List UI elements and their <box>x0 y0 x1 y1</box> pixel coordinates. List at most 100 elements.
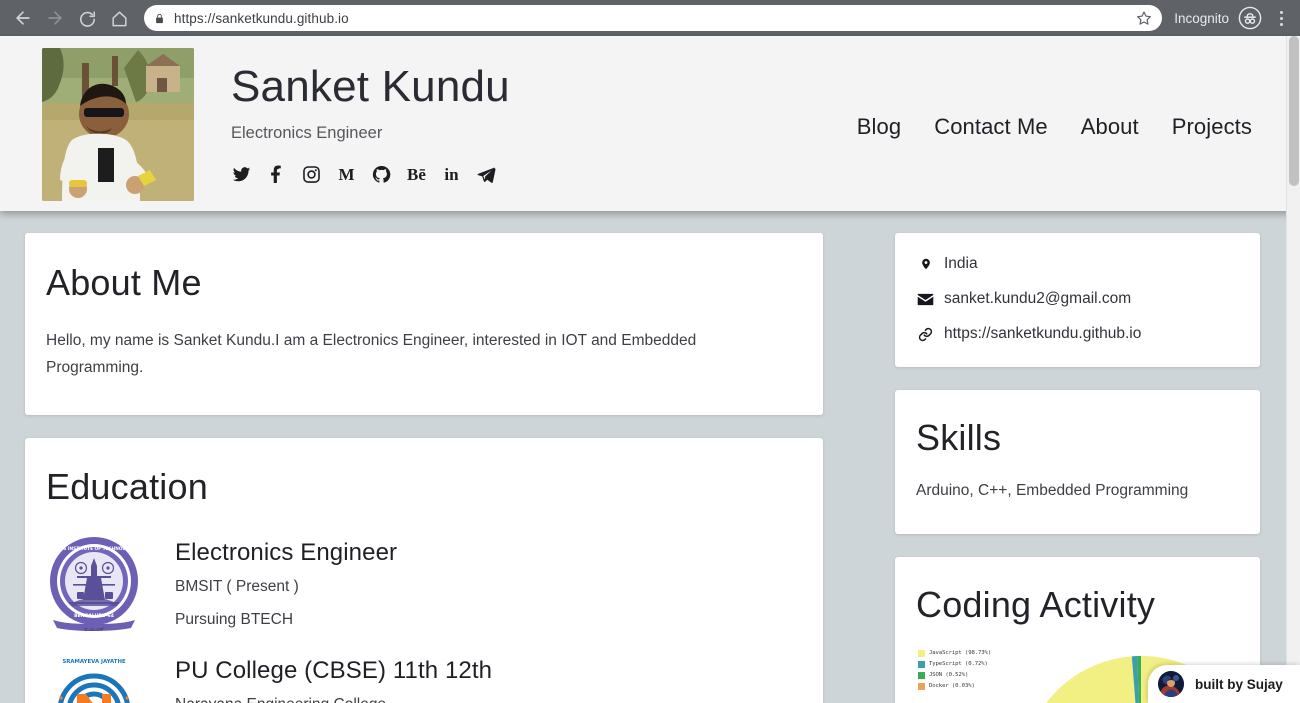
facebook-icon <box>271 165 281 184</box>
github-icon <box>372 166 391 183</box>
legend-swatch-javascript <box>918 649 925 657</box>
sidebar-column: India sanket.kundu2@gmail.com https://sa… <box>895 233 1260 703</box>
page-subtitle: Electronics Engineer <box>231 124 383 143</box>
behance-icon: Bē <box>407 165 426 185</box>
back-arrow-icon <box>16 11 30 25</box>
url-text: https://sanketkundu.github.io <box>174 10 349 26</box>
contact-email[interactable]: sanket.kundu2@gmail.com <box>917 290 1240 308</box>
education-school: Narayana Engineering College <box>175 696 492 703</box>
legend-swatch-docker <box>918 682 925 690</box>
social-link-linkedin[interactable]: in <box>441 164 462 185</box>
legend-label-json: JSON (0.52%) <box>929 672 969 679</box>
chart-legend: JavaScript (98.73%) TypeScript (0.72%) J… <box>918 648 991 692</box>
browser-toolbar: https://sanketkundu.github.io Incognito <box>0 0 1300 36</box>
social-link-github[interactable] <box>371 164 392 185</box>
medium-icon: M <box>338 165 355 185</box>
coding-activity-title: Coding Activity <box>916 583 1156 625</box>
home-button[interactable] <box>104 3 134 33</box>
legend-swatch-typescript <box>918 660 925 668</box>
education-item: SRAMAYEVA JAYATHE PU College (CBSE) 11th… <box>46 654 801 703</box>
contact-website[interactable]: https://sanketkundu.github.io <box>917 325 1240 343</box>
incognito-label: Incognito <box>1174 10 1229 26</box>
site-nav: Blog Contact Me About Projects <box>857 48 1252 140</box>
education-details: Electronics Engineer BMSIT ( Present ) P… <box>175 536 397 629</box>
legend-label-typescript: TypeScript (0.72%) <box>929 661 988 668</box>
contact-location-text: India <box>944 255 978 272</box>
svg-text:SRAMAYEVA JAYATHE: SRAMAYEVA JAYATHE <box>62 659 126 665</box>
back-button[interactable] <box>8 3 38 33</box>
envelope-icon <box>917 293 934 306</box>
education-note: Pursuing BTECH <box>175 611 294 629</box>
legend-label-javascript: JavaScript (98.73%) <box>929 650 992 657</box>
legend-label-docker: Docker (0.03%) <box>929 683 975 690</box>
legend-item: TypeScript (0.72%) <box>918 659 991 669</box>
education-list: B M S INSTITUTE OF TECHNOLOGY BENGALURU-… <box>46 536 801 703</box>
nav-item-contact-me[interactable]: Contact Me <box>934 114 1048 140</box>
social-link-twitter[interactable] <box>231 164 252 185</box>
legend-item: JavaScript (98.73%) <box>918 648 991 658</box>
built-by-text: built by Sujay <box>1195 676 1283 692</box>
main-column: About Me Hello, my name is Sanket Kundu.… <box>25 233 823 703</box>
legend-item: JSON (0.52%) <box>918 670 991 680</box>
incognito-hat-icon <box>1238 6 1262 30</box>
skills-card: Skills Arduino, C++, Embedded Programmin… <box>895 390 1260 534</box>
social-links: M Bē in <box>231 164 510 185</box>
legend-item: Docker (0.03%) <box>918 681 991 691</box>
reload-button[interactable] <box>72 3 102 33</box>
page-scrollbar[interactable] <box>1286 36 1300 703</box>
reload-icon <box>79 10 95 27</box>
contact-website-text: https://sanketkundu.github.io <box>944 325 1142 342</box>
skills-title: Skills <box>916 417 1002 458</box>
built-by-badge[interactable]: built by Sujay <box>1148 665 1300 703</box>
bmsit-crest-icon: B M S INSTITUTE OF TECHNOLOGY BENGALURU-… <box>46 536 142 632</box>
nav-item-projects[interactable]: Projects <box>1172 114 1252 140</box>
three-dots-menu-icon[interactable] <box>1270 10 1292 26</box>
linkedin-icon: in <box>444 165 459 185</box>
legend-swatch-json <box>918 671 925 679</box>
education-degree: Electronics Engineer <box>175 539 398 567</box>
link-icon <box>917 327 934 342</box>
social-link-telegram[interactable] <box>476 164 497 185</box>
education-degree: PU College (CBSE) 11th 12th <box>175 657 493 685</box>
address-bar[interactable]: https://sanketkundu.github.io <box>144 5 1163 31</box>
twitter-icon <box>232 167 251 182</box>
forward-arrow-icon <box>48 11 62 25</box>
telegram-icon <box>477 167 496 184</box>
page-title: Sanket Kundu <box>231 62 510 111</box>
education-details: PU College (CBSE) 11th 12th Narayana Eng… <box>175 654 492 703</box>
social-link-behance[interactable]: Bē <box>406 164 427 185</box>
contact-location: India <box>917 255 1240 273</box>
skills-text: Arduino, C++, Embedded Programming <box>916 481 1189 499</box>
social-link-medium[interactable]: M <box>336 164 357 185</box>
narayana-logo-icon: SRAMAYEVA JAYATHE <box>46 654 142 703</box>
sujay-avatar <box>1158 671 1184 697</box>
browser-window: https://sanketkundu.github.io Incognito <box>0 0 1300 703</box>
svg-text:BENGALURU-64: BENGALURU-64 <box>74 613 114 619</box>
nav-item-blog[interactable]: Blog <box>857 114 901 140</box>
forward-button[interactable] <box>40 3 70 33</box>
lock-icon <box>154 12 165 25</box>
education-title: Education <box>46 465 208 507</box>
about-title: About Me <box>46 262 202 303</box>
education-school: BMSIT ( Present ) <box>175 578 299 596</box>
site-header: Sanket Kundu Electronics Engineer M Bē i… <box>0 36 1300 211</box>
social-link-instagram[interactable] <box>301 164 322 185</box>
contact-email-text: sanket.kundu2@gmail.com <box>944 290 1132 307</box>
nav-item-about[interactable]: About <box>1081 114 1139 140</box>
contact-card: India sanket.kundu2@gmail.com https://sa… <box>895 233 1260 367</box>
star-icon[interactable] <box>1136 10 1152 26</box>
instagram-icon <box>303 166 320 183</box>
social-link-facebook[interactable] <box>266 164 287 185</box>
scrollbar-thumb[interactable] <box>1289 36 1299 186</box>
about-text: Hello, my name is Sanket Kundu.I am a El… <box>46 331 697 376</box>
svg-text:B M S INSTITUTE OF TECHNOLOGY: B M S INSTITUTE OF TECHNOLOGY <box>53 546 136 552</box>
about-card: About Me Hello, my name is Sanket Kundu.… <box>25 233 823 415</box>
education-item: B M S INSTITUTE OF TECHNOLOGY BENGALURU-… <box>46 536 801 654</box>
header-identity: Sanket Kundu Electronics Engineer M Bē i… <box>231 48 510 185</box>
page-body: About Me Hello, my name is Sanket Kundu.… <box>0 211 1300 703</box>
profile-photo <box>42 48 194 201</box>
map-pin-icon <box>917 256 934 272</box>
education-card: Education B M S INSTITUTE OF TECHNOLOGY … <box>25 437 823 703</box>
home-icon <box>111 10 127 26</box>
svg-text:ಬಿ.ಎಂ.ಎಸ್: ಬಿ.ಎಂ.ಎಸ್ <box>84 627 104 632</box>
